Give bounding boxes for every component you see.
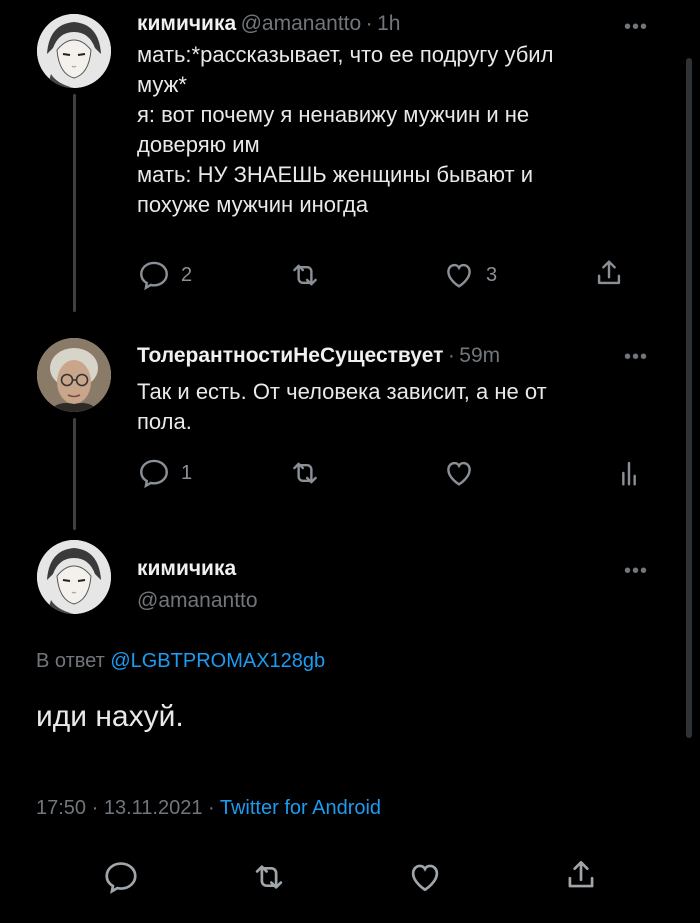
tweet-text: мать:*рассказывает, что ее подругу убил … xyxy=(137,42,554,217)
timestamp[interactable]: 1h xyxy=(377,12,400,35)
heart-icon xyxy=(447,263,471,288)
timestamp[interactable]: 59m xyxy=(459,344,500,367)
tweet-timestamp: 17:50 · 13.11.2021 · xyxy=(36,797,215,819)
more-options-icon[interactable]: ••• xyxy=(624,560,648,583)
tweet-text: Так и есть. От человека зависит, а не от… xyxy=(137,379,547,434)
anime-avatar-icon xyxy=(37,540,111,614)
like-button[interactable] xyxy=(406,858,444,896)
reply-count: 2 xyxy=(181,263,193,286)
display-name[interactable]: кимичика xyxy=(137,557,236,581)
heart-icon xyxy=(447,461,471,486)
avatar[interactable] xyxy=(37,540,111,614)
avatar[interactable] xyxy=(37,338,111,412)
source-link[interactable]: Twitter for Android xyxy=(220,797,381,819)
like-count: 3 xyxy=(486,263,498,286)
tweet-meta: 17:50 · 13.11.2021 · Twitter for Android xyxy=(36,797,381,820)
retweet-icon xyxy=(293,462,317,484)
avatar[interactable] xyxy=(37,14,111,88)
reply-icon xyxy=(140,261,168,291)
reply-button[interactable]: 2 xyxy=(137,258,192,292)
reply-button[interactable]: 1 xyxy=(137,456,192,490)
retweet-icon xyxy=(255,865,283,889)
heart-icon xyxy=(411,864,439,892)
share-icon xyxy=(597,260,621,285)
like-button[interactable]: 3 xyxy=(442,258,497,292)
retweet-button[interactable] xyxy=(288,258,322,292)
thread-line xyxy=(73,94,76,312)
handle[interactable]: @amanantto xyxy=(241,12,362,35)
display-name[interactable]: кимичика xyxy=(137,12,236,35)
reply-mention-link[interactable]: @LGBTPROMAX128gb xyxy=(110,650,325,672)
focused-tweet-text: иди нахуй. xyxy=(36,700,184,733)
reply-count: 1 xyxy=(181,461,193,484)
display-name[interactable]: ТолерантностиНеСуществует xyxy=(137,344,443,367)
separator: · xyxy=(447,344,455,367)
like-button[interactable] xyxy=(442,456,476,490)
more-options-icon[interactable]: ••• xyxy=(624,16,648,39)
reply-button[interactable] xyxy=(102,858,140,896)
photo-avatar-icon xyxy=(37,338,111,412)
tweet-header: кимичика @amanantto · 1h xyxy=(137,12,400,36)
tweet-header: ТолерантностиНеСуществует · 59m xyxy=(137,344,500,368)
reply-icon xyxy=(105,862,137,894)
reply-icon xyxy=(140,459,168,489)
retweet-button[interactable] xyxy=(288,456,322,490)
retweet-icon xyxy=(293,264,317,286)
scrollbar[interactable] xyxy=(686,58,692,738)
separator: · xyxy=(365,12,373,35)
thread-line xyxy=(73,418,76,530)
reply-prefix: В ответ xyxy=(36,650,105,672)
share-button[interactable] xyxy=(562,856,600,894)
anime-avatar-icon xyxy=(37,14,111,88)
share-icon xyxy=(568,860,594,888)
more-options-icon[interactable]: ••• xyxy=(624,346,648,369)
handle[interactable]: @amanantto xyxy=(137,589,258,613)
reply-context: В ответ @LGBTPROMAX128gb xyxy=(36,650,325,673)
analytics-button[interactable] xyxy=(612,456,646,490)
analytics-icon xyxy=(622,461,636,486)
share-button[interactable] xyxy=(592,256,626,290)
retweet-button[interactable] xyxy=(250,858,288,896)
